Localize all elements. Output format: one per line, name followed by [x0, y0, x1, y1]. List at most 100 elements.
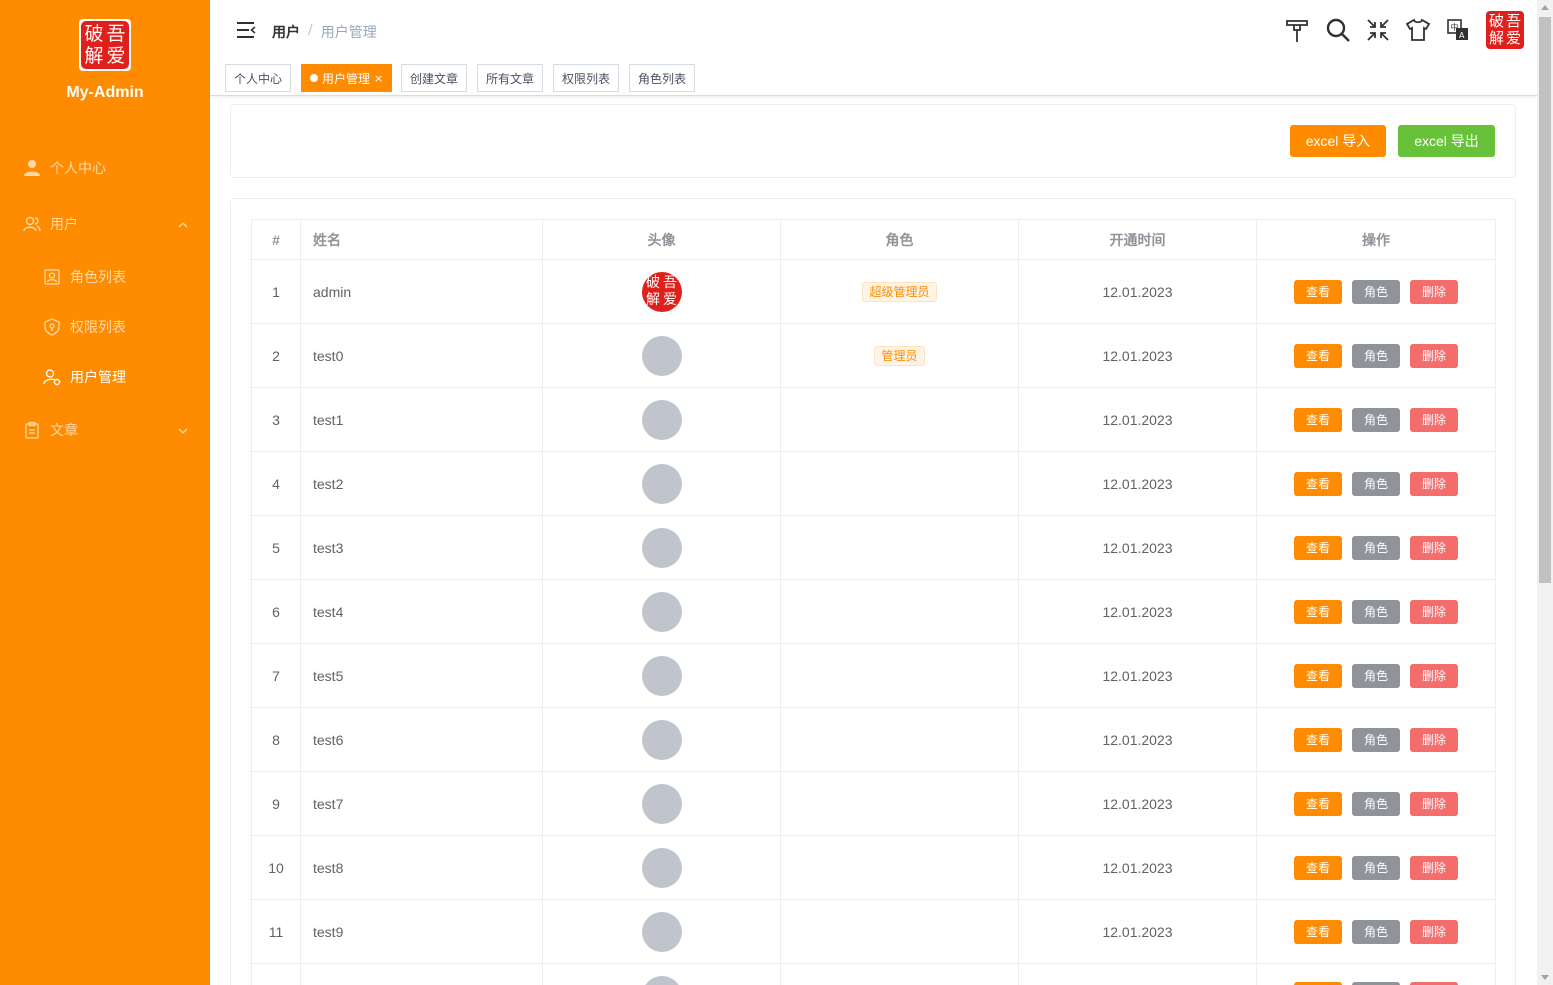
theme-shirt-icon[interactable] — [1405, 17, 1431, 43]
column-header: 头像 — [542, 219, 781, 260]
cell-index: 6 — [251, 579, 301, 644]
delete-button[interactable]: 删除 — [1410, 535, 1458, 560]
cell-actions: 查看 角色 删除 — [1256, 323, 1496, 388]
language-icon[interactable]: 中A — [1445, 17, 1471, 43]
column-header: # — [251, 219, 301, 260]
delete-button[interactable]: 删除 — [1410, 599, 1458, 624]
logo-char: 破 — [84, 22, 104, 45]
avatar-placeholder — [641, 911, 682, 952]
role-button[interactable]: 角色 — [1352, 663, 1400, 688]
fullscreen-exit-icon[interactable] — [1365, 17, 1391, 43]
size-icon[interactable] — [1284, 17, 1310, 43]
view-button[interactable]: 查看 — [1294, 663, 1342, 688]
role-button[interactable]: 角色 — [1352, 343, 1400, 368]
cell-name: test3 — [300, 515, 543, 580]
delete-button[interactable]: 删除 — [1410, 727, 1458, 752]
table-row: 9 test7 12.01.2023 查看 角色 删除 — [251, 771, 1496, 836]
tag-create-article[interactable]: 创建文章 — [401, 64, 468, 92]
scroll-down-icon[interactable] — [1541, 975, 1549, 980]
role-icon — [42, 267, 62, 287]
role-button[interactable]: 角色 — [1352, 791, 1400, 816]
sidebar-item-permission-list[interactable]: 权限列表 — [0, 307, 210, 347]
sidebar-item-users[interactable]: 用户 — [0, 204, 210, 244]
delete-button[interactable]: 删除 — [1410, 855, 1458, 880]
sidebar-item-articles[interactable]: 文章 — [0, 410, 210, 450]
tag-label: 权限列表 — [562, 71, 611, 86]
role-button[interactable]: 角色 — [1352, 919, 1400, 944]
role-button[interactable]: 角色 — [1352, 407, 1400, 432]
sidebar-item-label: 角色列表 — [70, 270, 126, 286]
delete-button[interactable]: 删除 — [1410, 791, 1458, 816]
breadcrumb-item[interactable]: 用户 — [272, 22, 300, 42]
role-button[interactable]: 角色 — [1352, 599, 1400, 624]
chevron-up-icon — [178, 218, 188, 234]
delete-button[interactable]: 删除 — [1410, 471, 1458, 496]
excel-import-button[interactable]: excel 导入 — [1290, 125, 1386, 157]
table-row: 11 test9 12.01.2023 查看 角色 删除 — [251, 899, 1496, 964]
sidebar-item-profile[interactable]: 个人中心 — [0, 148, 210, 188]
svg-text:A: A — [1459, 31, 1465, 40]
view-button[interactable]: 查看 — [1294, 919, 1342, 944]
breadcrumb-item-current: 用户管理 — [320, 25, 377, 41]
avatar-char: 爱 — [663, 292, 677, 308]
user-avatar[interactable]: 破 吾 解 爱 — [1485, 10, 1525, 50]
role-button[interactable]: 角色 — [1352, 279, 1400, 304]
cell-actions: 查看 角色 删除 — [1256, 771, 1496, 836]
logo-char: 吾 — [106, 22, 126, 45]
view-button[interactable]: 查看 — [1294, 599, 1342, 624]
view-button[interactable]: 查看 — [1294, 343, 1342, 368]
search-icon[interactable] — [1325, 17, 1351, 43]
tag-permission-list[interactable]: 权限列表 — [553, 64, 620, 92]
cell-name: test9 — [300, 899, 543, 964]
scrollbar-thumb[interactable] — [1539, 17, 1551, 583]
delete-button[interactable]: 删除 — [1410, 343, 1458, 368]
sidebar-item-user-manage[interactable]: 用户管理 — [0, 357, 210, 397]
tag-user-manage[interactable]: 用户管理 × — [301, 64, 393, 92]
tag-label: 个人中心 — [234, 71, 283, 86]
avatar-char: 爱 — [1505, 29, 1521, 47]
cell-avatar — [542, 515, 781, 580]
table-row: 2 test0 管理员 12.01.2023 查看 角色 删除 — [251, 323, 1496, 388]
cell-role — [780, 771, 1019, 836]
delete-button[interactable]: 删除 — [1410, 279, 1458, 304]
tag-role-list[interactable]: 角色列表 — [629, 64, 696, 92]
scroll-up-icon[interactable] — [1541, 5, 1549, 10]
role-button[interactable]: 角色 — [1352, 471, 1400, 496]
user-manage-icon — [42, 367, 62, 387]
tag-profile[interactable]: 个人中心 — [225, 64, 292, 92]
excel-export-button[interactable]: excel 导出 — [1398, 125, 1495, 157]
logo-char: 爱 — [106, 44, 126, 67]
delete-button[interactable]: 删除 — [1410, 919, 1458, 944]
chevron-down-icon — [178, 424, 188, 440]
page-scrollbar[interactable] — [1537, 0, 1553, 985]
cell-date: 12.01.2023 — [1018, 835, 1257, 900]
view-button[interactable]: 查看 — [1294, 791, 1342, 816]
role-button[interactable]: 角色 — [1352, 535, 1400, 560]
close-icon[interactable]: × — [374, 72, 383, 85]
brand-title: My-Admin — [66, 84, 144, 101]
view-button[interactable]: 查看 — [1294, 855, 1342, 880]
view-button[interactable]: 查看 — [1294, 407, 1342, 432]
table-row-partial — [251, 963, 1496, 985]
delete-button[interactable]: 删除 — [1410, 407, 1458, 432]
logo: 破 吾 解 爱 — [79, 19, 131, 71]
hamburger-icon[interactable] — [236, 21, 256, 43]
role-button[interactable]: 角色 — [1352, 727, 1400, 752]
sidebar-item-role-list[interactable]: 角色列表 — [0, 257, 210, 297]
view-button[interactable]: 查看 — [1294, 279, 1342, 304]
avatar-placeholder — [641, 783, 682, 824]
cell-actions: 查看 角色 删除 — [1256, 643, 1496, 708]
view-button[interactable]: 查看 — [1294, 471, 1342, 496]
tag-all-articles[interactable]: 所有文章 — [477, 64, 544, 92]
shield-icon — [42, 317, 62, 337]
avatar-seal: 破 吾 解 爱 — [1486, 11, 1524, 49]
sidebar-item-label: 权限列表 — [70, 320, 126, 336]
column-header: 开通时间 — [1018, 219, 1257, 260]
cell-name: test5 — [300, 643, 543, 708]
view-button[interactable]: 查看 — [1294, 535, 1342, 560]
cell-date: 12.01.2023 — [1018, 387, 1257, 452]
avatar-placeholder — [641, 335, 682, 376]
role-button[interactable]: 角色 — [1352, 855, 1400, 880]
delete-button[interactable]: 删除 — [1410, 663, 1458, 688]
view-button[interactable]: 查看 — [1294, 727, 1342, 752]
